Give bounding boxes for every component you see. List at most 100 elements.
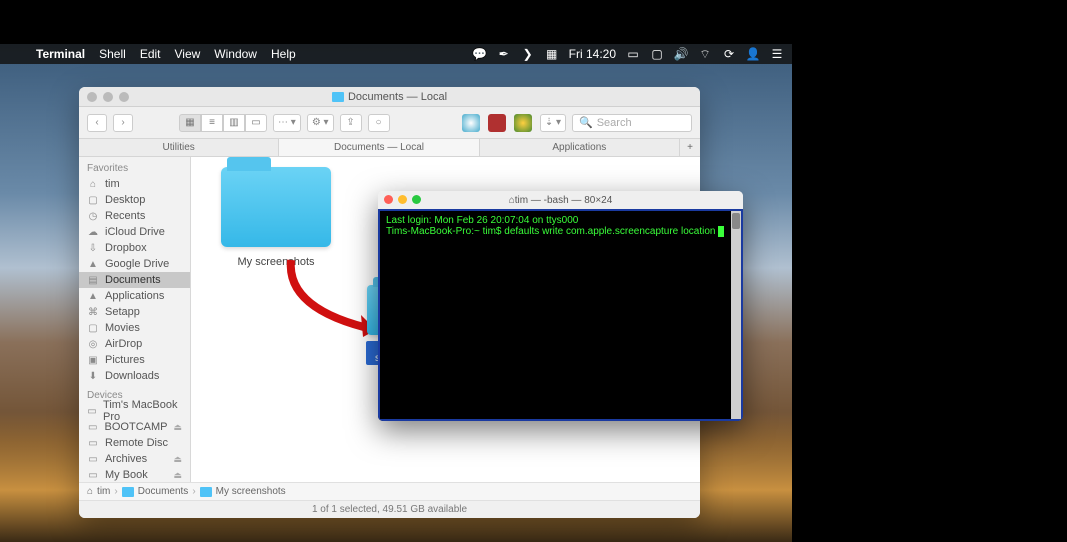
menubar-item[interactable]: Shell [99, 47, 126, 61]
sidebar-item-label: Pictures [105, 354, 145, 366]
chevron-right-icon[interactable]: ❯ [521, 47, 535, 61]
app-icon[interactable] [488, 114, 506, 132]
sidebar-item-pictures[interactable]: ▣Pictures [79, 352, 190, 368]
search-placeholder: Search [597, 117, 632, 129]
column-view-button[interactable]: ▥ [223, 114, 245, 132]
sidebar-device-my-book[interactable]: ▭My Book⏏ [79, 467, 190, 482]
traffic-lights[interactable] [87, 92, 129, 102]
user-icon[interactable]: 👤 [746, 47, 760, 61]
sidebar-icon: ⌂ [87, 178, 99, 190]
path-segment[interactable]: Documents [138, 486, 189, 497]
sidebar-device-bootcamp[interactable]: ▭BOOTCAMP⏏ [79, 419, 190, 435]
chat-icon[interactable]: 💬 [473, 47, 487, 61]
app-icon[interactable] [462, 114, 480, 132]
display-icon[interactable]: ▢ [650, 47, 664, 61]
menubar-item[interactable]: Help [271, 47, 296, 61]
volume-icon[interactable]: 🔊 [674, 47, 688, 61]
scrollbar[interactable] [731, 211, 741, 419]
gallery-view-button[interactable]: ▭ [245, 114, 267, 132]
wifi-icon[interactable]: ⌔ [698, 47, 712, 61]
status-bar: 1 of 1 selected, 49.51 GB available [79, 500, 700, 518]
menubar-clock[interactable]: Fri 14:20 [569, 47, 616, 61]
folder-icon [332, 92, 344, 102]
ink-icon[interactable]: ✒ [497, 47, 511, 61]
finder-titlebar[interactable]: Documents — Local [79, 87, 700, 107]
path-bar[interactable]: ⌂ tim Documents My screenshots [79, 482, 700, 500]
terminal-line: Tims-MacBook-Pro:~ tim$ defaults write c… [386, 226, 718, 237]
scrollbar-thumb[interactable] [732, 213, 740, 229]
drive-icon: ▭ [87, 453, 99, 465]
app-icon[interactable] [514, 114, 532, 132]
sidebar-icon: ▢ [87, 322, 99, 334]
menubar-item[interactable]: View [175, 47, 201, 61]
tab-utilities[interactable]: Utilities [79, 139, 279, 156]
list-view-button[interactable]: ≡ [201, 114, 223, 132]
status-text: 1 of 1 selected, 49.51 GB available [312, 504, 467, 515]
sidebar-device-archives[interactable]: ▭Archives⏏ [79, 451, 190, 467]
terminal-titlebar[interactable]: ⌂ tim — -bash — 80×24 [378, 191, 743, 209]
sync-icon[interactable]: ⟳ [722, 47, 736, 61]
sidebar-item-airdrop[interactable]: ◎AirDrop [79, 336, 190, 352]
share-button[interactable]: ⇪ [340, 114, 362, 132]
sidebar-icon: ◎ [87, 338, 99, 350]
sidebar-item-setapp[interactable]: ⌘Setapp [79, 304, 190, 320]
sidebar-item-icloud-drive[interactable]: ☁iCloud Drive [79, 224, 190, 240]
folder-icon [122, 487, 134, 497]
sidebar-item-dropbox[interactable]: ⇩Dropbox [79, 240, 190, 256]
terminal-line: Last login: Mon Feb 26 20:07:04 on ttys0… [386, 215, 578, 226]
sidebar-item-recents[interactable]: ◷Recents [79, 208, 190, 224]
menubar-item[interactable]: Edit [140, 47, 161, 61]
sidebar-item-downloads[interactable]: ⬇Downloads [79, 368, 190, 384]
forward-button[interactable]: › [113, 114, 133, 132]
terminal-content[interactable]: Last login: Mon Feb 26 20:07:04 on ttys0… [378, 209, 743, 421]
sidebar-item-label: Recents [105, 210, 145, 222]
dropbox-toolbar-icon[interactable]: ⇣ ▾ [540, 114, 566, 132]
view-switcher[interactable]: ▦ ≡ ▥ ▭ [179, 114, 267, 132]
tab-documents[interactable]: Documents — Local [279, 139, 479, 156]
sidebar-item-documents[interactable]: ▤Documents [79, 272, 190, 288]
sidebar-device-remote-disc[interactable]: ▭Remote Disc [79, 435, 190, 451]
finder-sidebar: Favorites ⌂tim▢Desktop◷Recents☁iCloud Dr… [79, 157, 191, 482]
tags-button[interactable]: ○ [368, 114, 390, 132]
sidebar-icon: ⬇ [87, 370, 99, 382]
menubar-app[interactable]: Terminal [36, 47, 85, 61]
sidebar-item-movies[interactable]: ▢Movies [79, 320, 190, 336]
battery-icon[interactable]: ▭ [626, 47, 640, 61]
terminal-window: ⌂ tim — -bash — 80×24 Last login: Mon Fe… [378, 191, 743, 421]
menubar-item[interactable]: Window [214, 47, 257, 61]
menubar: Terminal Shell Edit View Window Help 💬 ✒… [0, 44, 792, 64]
cursor-icon [718, 226, 724, 237]
sidebar-item-desktop[interactable]: ▢Desktop [79, 192, 190, 208]
sidebar-icon: ▲ [87, 290, 99, 302]
search-input[interactable]: 🔍 Search [572, 114, 692, 132]
new-tab-button[interactable]: + [680, 139, 700, 156]
sidebar-device-tim-s-macbook-pro[interactable]: ▭Tim's MacBook Pro [79, 403, 190, 419]
sidebar-item-label: My Book [105, 469, 148, 481]
icon-view-button[interactable]: ▦ [179, 114, 201, 132]
list-icon[interactable]: ☰ [770, 47, 784, 61]
eject-icon[interactable]: ⏏ [173, 454, 182, 465]
sidebar-item-applications[interactable]: ▲ Applications [79, 288, 190, 304]
calendar-icon[interactable]: ▦ [545, 47, 559, 61]
home-icon: ⌂ [87, 486, 93, 497]
path-segment[interactable]: tim [97, 486, 110, 497]
sidebar-icon: ▲ [87, 258, 99, 270]
arrange-button[interactable]: ⋯ ▾ [273, 114, 301, 132]
sidebar-item-label: Applications [105, 290, 164, 302]
tab-applications[interactable]: Applications [480, 139, 680, 156]
sidebar-item-tim[interactable]: ⌂tim [79, 176, 190, 192]
traffic-lights[interactable] [384, 195, 421, 204]
back-button[interactable]: ‹ [87, 114, 107, 132]
eject-icon[interactable]: ⏏ [173, 422, 182, 433]
sidebar-icon: ▤ [87, 274, 99, 286]
eject-icon[interactable]: ⏏ [173, 470, 182, 481]
sidebar-item-google-drive[interactable]: ▲Google Drive [79, 256, 190, 272]
sidebar-item-label: iCloud Drive [105, 226, 165, 238]
action-button[interactable]: ⚙ ▾ [307, 114, 334, 132]
sidebar-item-label: BOOTCAMP [105, 421, 168, 433]
sidebar-header-favorites: Favorites [79, 157, 190, 176]
apple-icon[interactable] [8, 47, 22, 61]
sidebar-icon: ⌘ [87, 306, 99, 318]
path-segment[interactable]: My screenshots [216, 486, 286, 497]
folder-item[interactable]: My screenshots [211, 167, 341, 270]
